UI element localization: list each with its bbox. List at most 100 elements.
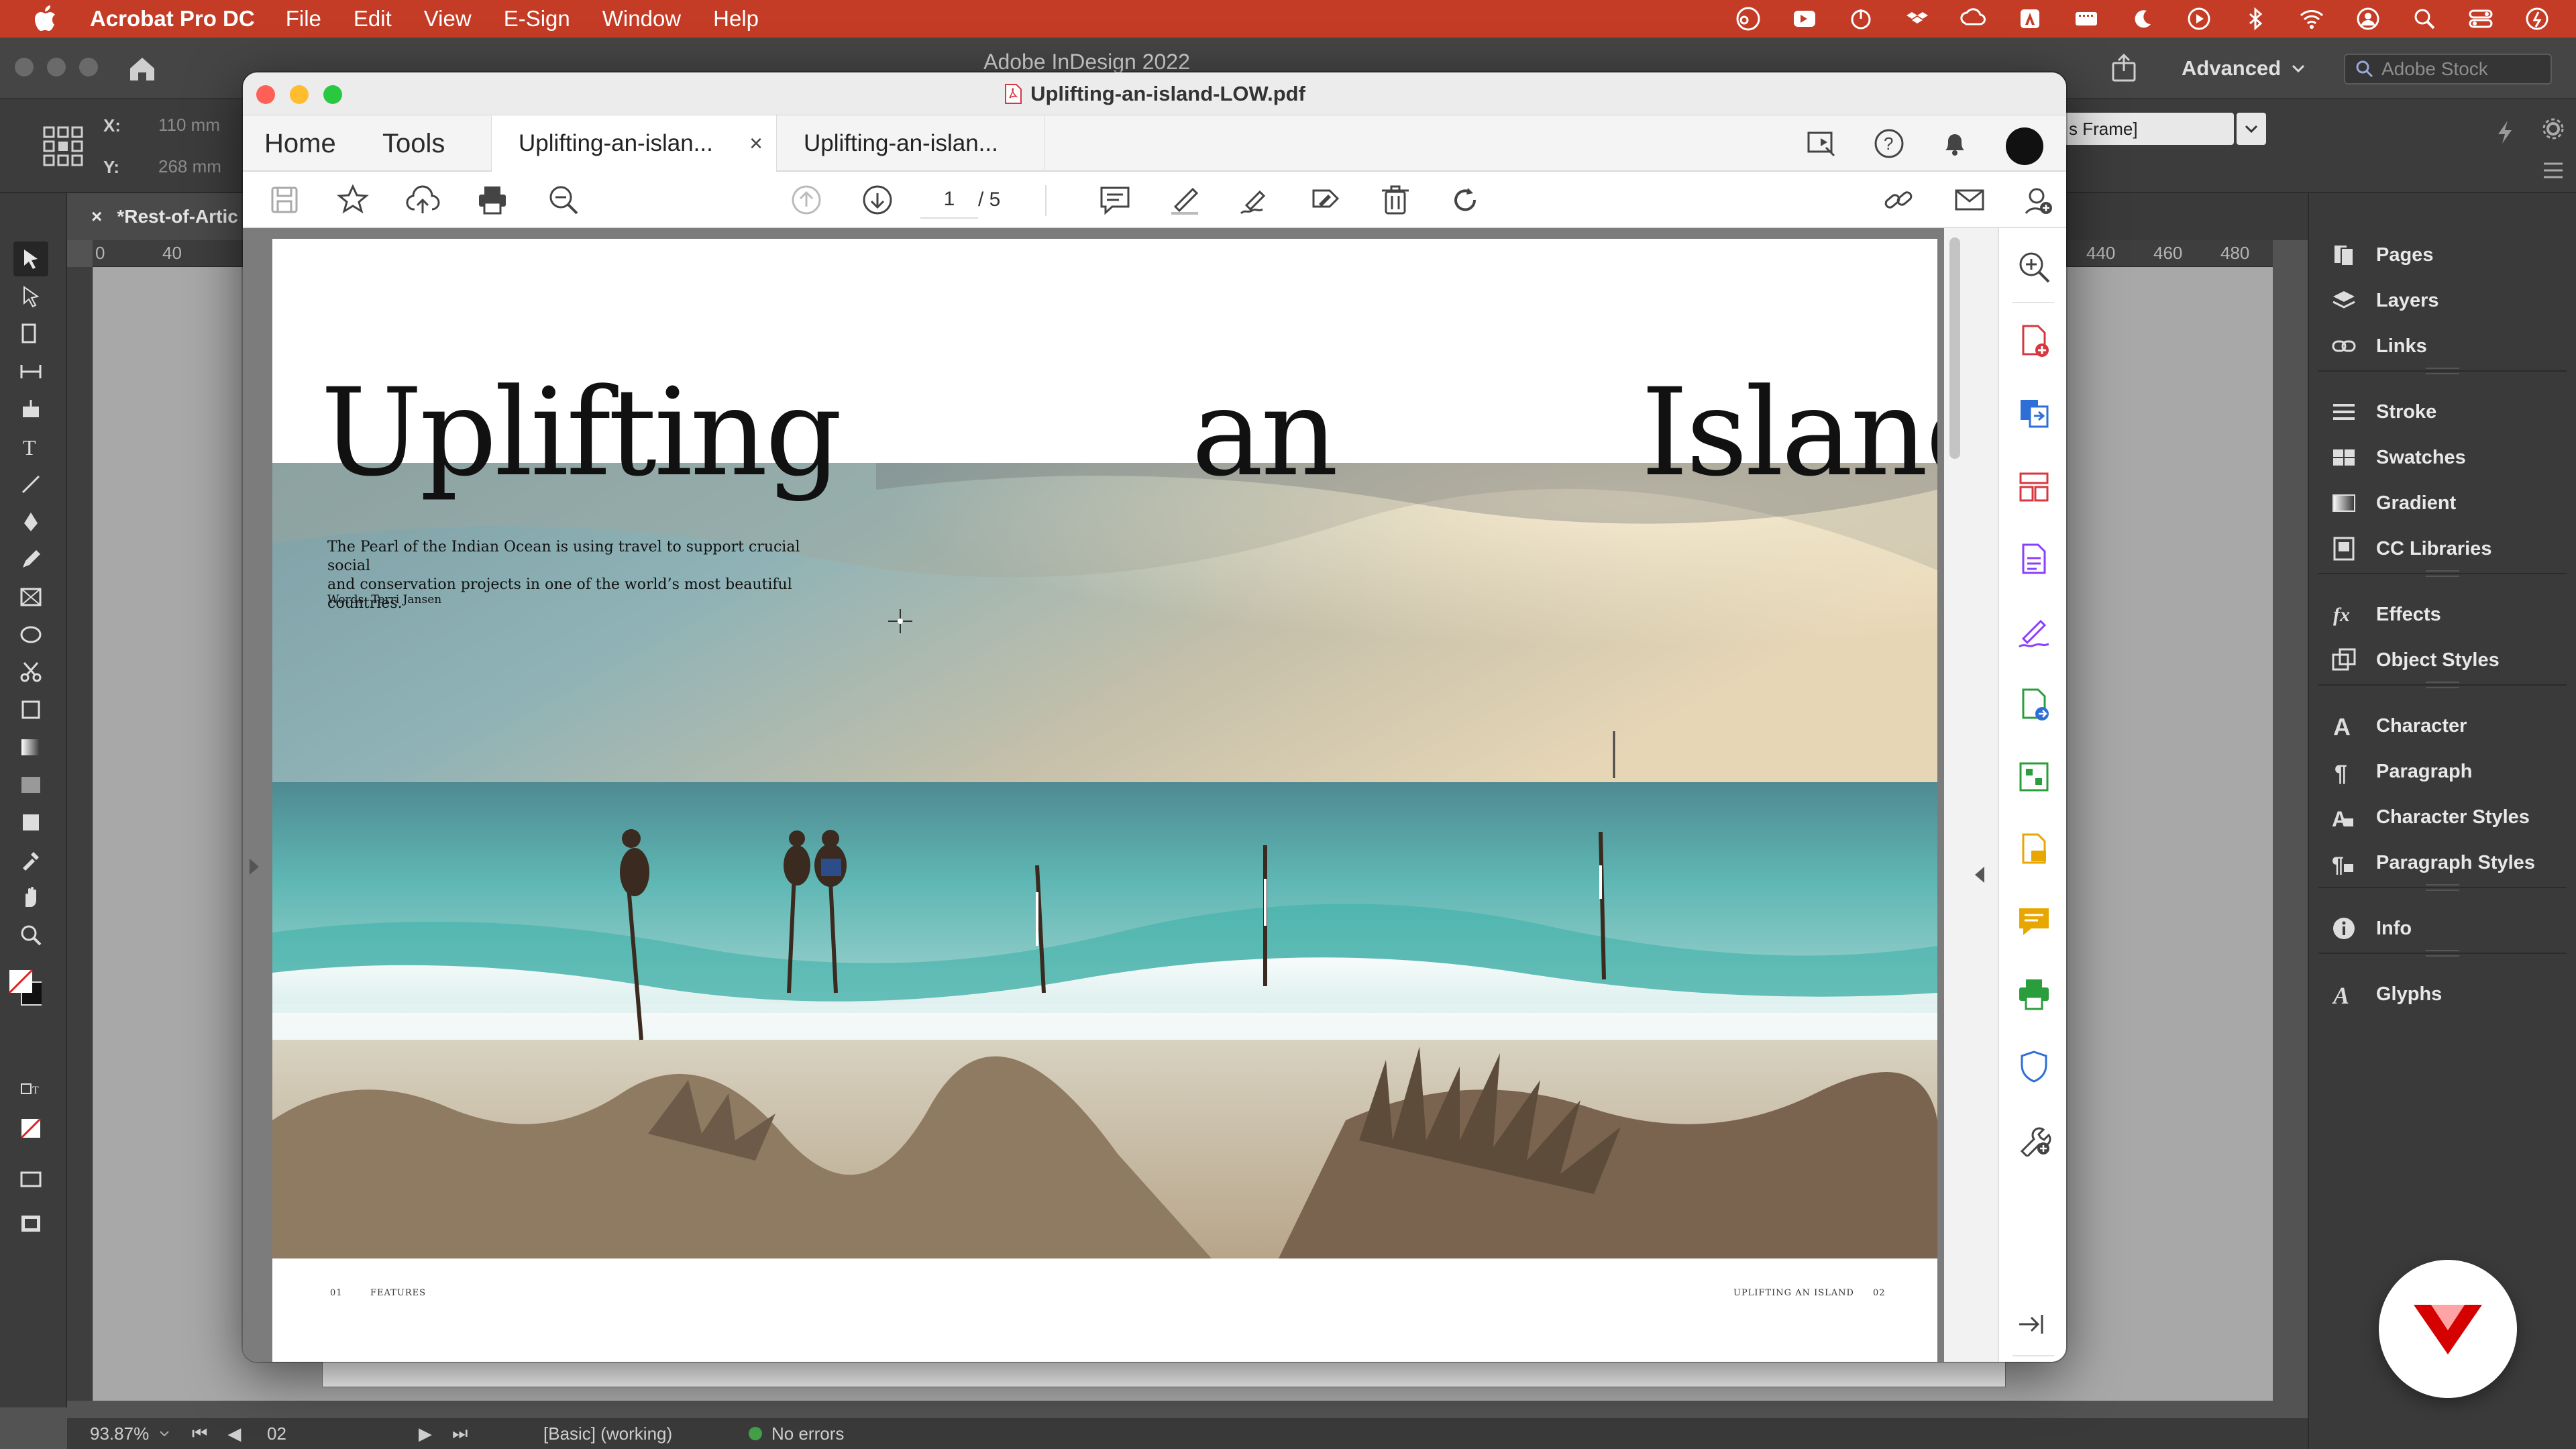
eyedropper-tool-icon[interactable] bbox=[13, 843, 48, 877]
panel-links[interactable]: Links bbox=[2329, 329, 2427, 364]
preflight-profile[interactable]: [Basic] (working) bbox=[543, 1424, 672, 1444]
panel-character-styles[interactable]: A Character Styles bbox=[2329, 800, 2530, 835]
acrobat-document-tab[interactable]: Uplifting-an-islan... bbox=[777, 115, 1045, 172]
next-page-arrow-icon[interactable] bbox=[859, 181, 896, 219]
panel-cc-libraries[interactable]: CC Libraries bbox=[2329, 531, 2491, 566]
more-tools-wrench-icon[interactable] bbox=[2014, 1119, 2054, 1159]
delete-trash-icon[interactable] bbox=[1377, 181, 1414, 219]
siri-icon[interactable] bbox=[2518, 0, 2556, 38]
apple-menu-icon[interactable] bbox=[27, 0, 64, 38]
reference-point-icon[interactable] bbox=[42, 125, 85, 168]
menu-file[interactable]: File bbox=[286, 6, 321, 32]
dropbox-icon[interactable] bbox=[1898, 0, 1936, 38]
print-icon[interactable] bbox=[474, 181, 511, 219]
gradient-tool-icon[interactable] bbox=[13, 730, 48, 765]
indesign-document-tab[interactable]: × *Rest-of-Artic bbox=[67, 193, 255, 240]
adobe-stock-search[interactable]: Adobe Stock bbox=[2344, 54, 2552, 85]
page-number-select[interactable]: 02 bbox=[267, 1424, 286, 1444]
share-link-icon[interactable] bbox=[1881, 181, 1919, 219]
close-icon[interactable]: × bbox=[91, 206, 102, 227]
panel-layers[interactable]: Layers bbox=[2329, 283, 2439, 318]
notifications-bell-icon[interactable] bbox=[1937, 126, 1972, 161]
backup-icon[interactable] bbox=[1955, 0, 1992, 38]
spotlight-search-icon[interactable] bbox=[2406, 0, 2443, 38]
last-page-icon[interactable]: ⏭ bbox=[452, 1423, 468, 1444]
panel-swatches[interactable]: Swatches bbox=[2329, 440, 2466, 475]
acrobat-home-tab[interactable]: Home bbox=[264, 115, 336, 172]
lightning-icon[interactable] bbox=[2491, 118, 2518, 145]
compress-pdf-icon[interactable] bbox=[2014, 757, 2054, 797]
preflight-status[interactable]: No errors bbox=[749, 1424, 844, 1444]
comment-tool-icon[interactable] bbox=[2014, 902, 2054, 942]
wifi-icon[interactable] bbox=[2293, 0, 2330, 38]
bookmark-star-icon[interactable] bbox=[334, 181, 372, 219]
highlight-pen-icon[interactable] bbox=[1166, 181, 1203, 219]
direct-selection-tool-icon[interactable] bbox=[13, 279, 48, 314]
free-transform-tool-icon[interactable] bbox=[13, 692, 48, 727]
creative-cloud-icon[interactable] bbox=[1729, 0, 1767, 38]
gear-icon[interactable] bbox=[2540, 115, 2567, 142]
panel-object-styles[interactable]: Object Styles bbox=[2329, 643, 2500, 678]
panel-character[interactable]: A Character bbox=[2329, 708, 2467, 743]
apply-none-icon[interactable] bbox=[13, 1111, 48, 1146]
workspace-switcher[interactable]: Advanced bbox=[2182, 52, 2306, 85]
menu-window[interactable]: Window bbox=[602, 6, 681, 32]
right-pane-toggle-icon[interactable] bbox=[1975, 867, 1984, 883]
pencil-tool-icon[interactable] bbox=[13, 542, 48, 577]
previous-page-icon[interactable]: ◀ bbox=[227, 1424, 241, 1444]
export-pdf-icon[interactable] bbox=[2014, 539, 2054, 580]
share-icon[interactable] bbox=[2106, 51, 2141, 86]
selection-tool-icon[interactable] bbox=[13, 241, 48, 276]
email-envelope-icon[interactable] bbox=[1951, 181, 1988, 219]
zoom-out-search-icon[interactable] bbox=[545, 181, 582, 219]
play-icon[interactable] bbox=[2180, 0, 2218, 38]
panel-effects[interactable]: fx Effects bbox=[2329, 597, 2441, 632]
panel-info[interactable]: Info bbox=[2329, 911, 2412, 946]
edit-pdf-icon[interactable] bbox=[2014, 829, 2054, 869]
comment-icon[interactable] bbox=[1096, 181, 1134, 219]
menu-view[interactable]: View bbox=[424, 6, 472, 32]
close-tab-icon[interactable]: × bbox=[749, 131, 763, 157]
hand-tool-icon[interactable] bbox=[13, 880, 48, 915]
acrobat-tools-tab[interactable]: Tools bbox=[382, 115, 445, 172]
upload-cloud-icon[interactable] bbox=[404, 181, 441, 219]
help-icon[interactable]: ? bbox=[1872, 126, 1907, 161]
first-page-icon[interactable]: ⏮ bbox=[192, 1423, 207, 1444]
panel-gradient[interactable]: Gradient bbox=[2329, 486, 2456, 521]
x-coordinate-field[interactable]: 110 mm bbox=[125, 111, 259, 138]
panel-menu-icon[interactable] bbox=[2540, 157, 2567, 184]
content-collector-icon[interactable] bbox=[13, 392, 48, 427]
save-icon[interactable] bbox=[266, 181, 303, 219]
scrollbar-thumb[interactable] bbox=[1949, 237, 1960, 459]
page-tool-icon[interactable] bbox=[13, 317, 48, 352]
menu-esign[interactable]: E-Sign bbox=[504, 6, 570, 32]
ellipse-tool-icon[interactable] bbox=[13, 617, 48, 652]
control-center-icon[interactable] bbox=[2462, 0, 2500, 38]
home-icon[interactable] bbox=[125, 51, 160, 86]
add-person-icon[interactable] bbox=[2019, 181, 2057, 219]
pen-tool-icon[interactable] bbox=[13, 504, 48, 539]
share-screen-icon[interactable] bbox=[1805, 126, 1839, 161]
adobe-acrobat-status-icon[interactable] bbox=[2011, 0, 2049, 38]
frame-type-select[interactable]: s Frame] bbox=[2055, 113, 2266, 145]
menu-help[interactable]: Help bbox=[713, 6, 759, 32]
indesign-minimize-button[interactable] bbox=[47, 58, 66, 76]
view-mode-icon[interactable] bbox=[13, 1206, 48, 1241]
rectangle-frame-tool-icon[interactable] bbox=[13, 580, 48, 614]
collapse-rail-icon[interactable] bbox=[2014, 1307, 2049, 1342]
indesign-zoom-button[interactable] bbox=[79, 58, 98, 76]
screen-mode-icon[interactable] bbox=[13, 1162, 48, 1197]
panel-stroke[interactable]: Stroke bbox=[2329, 394, 2436, 429]
bluetooth-icon[interactable] bbox=[2237, 0, 2274, 38]
fill-sign-icon[interactable] bbox=[1307, 181, 1344, 219]
gap-tool-icon[interactable] bbox=[13, 354, 48, 389]
current-page-input[interactable]: 1 bbox=[920, 181, 978, 219]
power-icon[interactable] bbox=[1842, 0, 1880, 38]
acrobat-document-view[interactable]: Uplifting an Island The Pearl of the Ind… bbox=[243, 228, 1998, 1362]
panel-group-divider[interactable] bbox=[2318, 950, 2567, 957]
next-page-icon[interactable]: ▶ bbox=[419, 1424, 432, 1444]
night-mode-icon[interactable] bbox=[2124, 0, 2161, 38]
acrobat-minimize-button[interactable] bbox=[290, 85, 309, 104]
keyboard-icon[interactable] bbox=[2068, 0, 2105, 38]
app-menu-acrobat[interactable]: Acrobat Pro DC bbox=[90, 6, 255, 32]
